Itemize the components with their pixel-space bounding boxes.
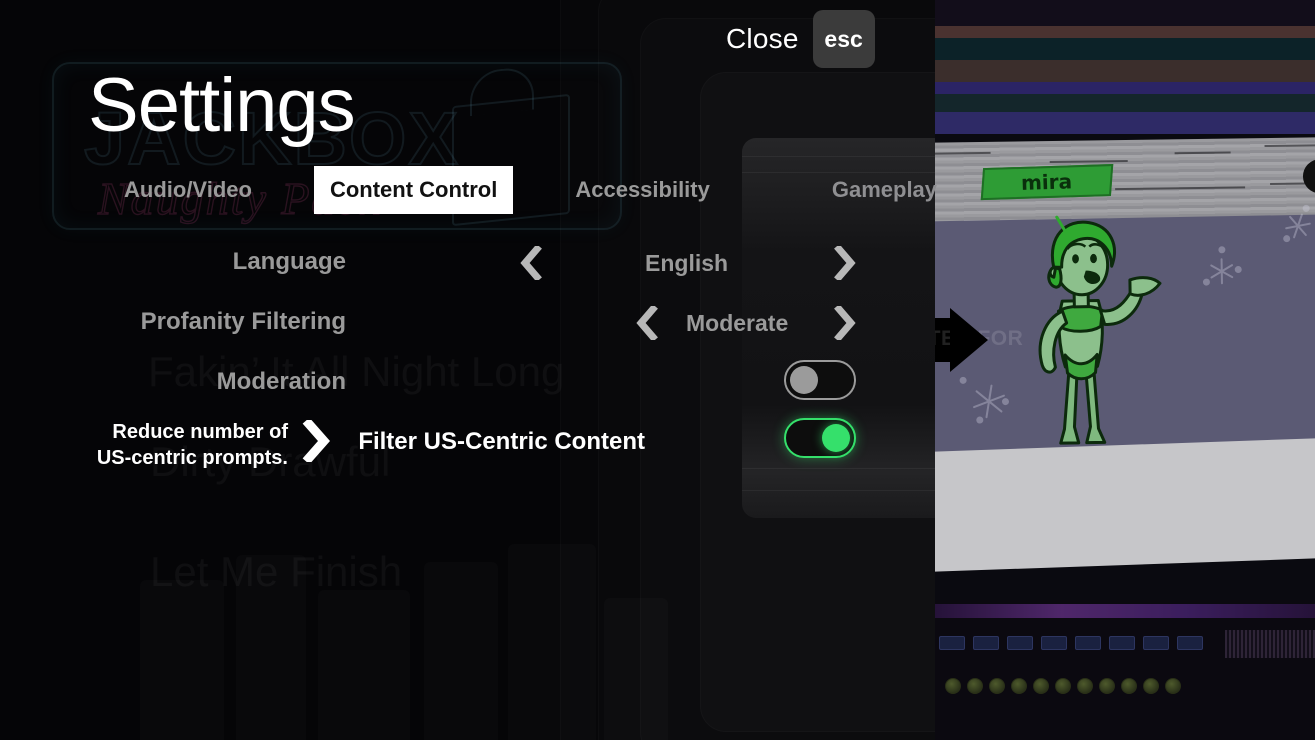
setting-label-filter-us-centric: Filter US-Centric Content (358, 428, 645, 455)
settings-tabs: Audio/Video Content Control Accessibilit… (108, 166, 953, 214)
banner-arrow-icon (950, 308, 988, 372)
setting-value-language: English (645, 250, 729, 276)
toggle-knob (822, 424, 850, 452)
toggle-filter-us-centric[interactable] (784, 418, 856, 458)
toggle-moderation[interactable] (784, 360, 856, 400)
game-screen: JACKBOX Naughty Pack Fakin’ It All Night… (0, 0, 1315, 740)
chevron-left-icon-profanity[interactable] (632, 306, 660, 340)
settings-overlay: Close esc Settings Audio/Video Content C… (0, 0, 1315, 740)
tab-gameplay[interactable]: Gameplay (816, 166, 953, 214)
chevron-right-icon-profanity[interactable] (832, 306, 860, 340)
tab-audio-video[interactable]: Audio/Video (108, 166, 268, 214)
setting-label-profanity-filtering: Profanity Filtering (140, 308, 346, 335)
setting-label-moderation: Moderation (216, 368, 346, 395)
tab-accessibility[interactable]: Accessibility (559, 166, 726, 214)
setting-row-profanity-filtering: Profanity Filtering Moderate (0, 296, 935, 356)
majority-vote-banner: THE MAJORITY VOTED FOR (935, 308, 1023, 372)
chevron-left-icon-language[interactable] (516, 246, 544, 280)
tab-content-control[interactable]: Content Control (313, 166, 514, 214)
esc-key-badge[interactable]: esc (812, 10, 875, 68)
close-button[interactable]: Close esc (726, 10, 875, 68)
close-label: Close (726, 23, 799, 54)
toggle-knob (790, 366, 818, 394)
selection-hint: Reduce number of US-centric prompts. (96, 421, 288, 469)
setting-value-profanity-filtering: Moderate (686, 310, 789, 336)
setting-row-moderation: Moderation (0, 356, 935, 416)
chevron-right-icon-language[interactable] (832, 246, 860, 280)
selection-pointer-icon (300, 417, 334, 467)
page-title: Settings (88, 63, 356, 148)
setting-row-language: Language English (0, 236, 935, 296)
setting-label-language: Language (232, 248, 346, 275)
